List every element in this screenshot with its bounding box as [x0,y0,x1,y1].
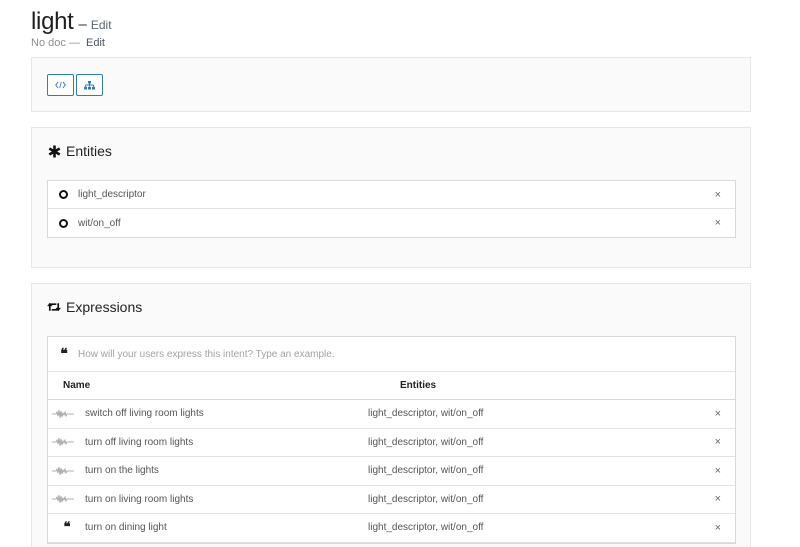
expression-input-row: ❝ [48,337,735,372]
column-header-entities: Entities [400,380,437,391]
entity-label: light_descriptor [78,189,146,200]
table-header: Name Entities [48,372,735,400]
title-row: light – Edit [31,8,112,36]
expression-entities: light_descriptor, wit/on_off [368,436,484,448]
entity-list: light_descriptor × wit/on_off × [47,180,736,238]
code-icon [55,81,66,89]
table-row[interactable]: turn off living room lights light_descri… [48,429,735,457]
table-row[interactable]: ❝ turn on dining light light_descriptor,… [48,514,735,543]
waveform-icon [52,494,74,504]
waveform-icon [52,466,74,476]
table-row[interactable]: turn on the lights light_descriptor, wit… [48,457,735,486]
expressions-title: Expressions [66,299,143,315]
asterisk-icon [47,144,61,158]
tree-view-button[interactable] [76,74,103,96]
expressions-heading: Expressions [47,299,142,315]
code-view-button[interactable] [47,74,74,96]
toolbar-panel [31,57,751,112]
remove-expression-button[interactable]: × [715,493,721,505]
column-header-name: Name [63,380,91,391]
doc-text: No doc [31,37,66,49]
remove-expression-button[interactable]: × [715,436,721,448]
waveform-icon [52,409,74,419]
sitemap-icon [84,80,95,90]
expression-text: turn on the lights [85,465,159,477]
expression-text: switch off living room lights [85,408,204,420]
table-row[interactable]: switch off living room lights light_desc… [48,400,735,429]
intent-title: light [31,8,74,35]
waveform-icon [52,437,74,447]
retweet-icon [47,300,61,314]
title-dash: – [78,16,87,33]
table-row[interactable]: turn on living room lights light_descrip… [48,486,735,514]
remove-expression-button[interactable]: × [715,408,721,420]
quote-icon: ❝ [63,520,71,536]
remove-expression-button[interactable]: × [715,522,721,534]
expression-entities: light_descriptor, wit/on_off [368,465,484,477]
remove-entity-button[interactable]: × [715,217,721,229]
entities-heading: Entities [47,143,112,159]
quote-icon: ❝ [60,346,68,362]
expression-text: turn off living room lights [85,436,194,448]
remove-entity-button[interactable]: × [715,189,721,201]
expression-input[interactable] [78,348,678,360]
edit-title-link[interactable]: Edit [91,18,112,32]
entity-row[interactable]: light_descriptor × [48,181,735,209]
entities-panel: Entities light_descriptor × wit/on_off × [31,127,751,268]
doc-dash: — [68,37,80,49]
expression-text: turn on living room lights [85,493,194,505]
entity-label: wit/on_off [78,217,121,229]
edit-doc-link[interactable]: Edit [86,37,105,49]
expressions-box: ❝ Name Entities switch off living room l… [47,336,736,544]
expression-text: turn on dining light [85,522,167,534]
expressions-panel: Expressions ❝ Name Entities switch off l… [31,283,751,547]
entity-row[interactable]: wit/on_off × [48,209,735,237]
circle-icon [59,190,68,199]
doc-row: No doc — Edit [31,37,112,49]
page-header: light – Edit No doc — Edit [31,8,112,49]
remove-expression-button[interactable]: × [715,465,721,477]
expression-entities: light_descriptor, wit/on_off [368,522,484,534]
expression-entities: light_descriptor, wit/on_off [368,493,484,505]
expression-entities: light_descriptor, wit/on_off [368,408,484,420]
circle-icon [59,218,68,228]
entities-title: Entities [66,143,112,159]
